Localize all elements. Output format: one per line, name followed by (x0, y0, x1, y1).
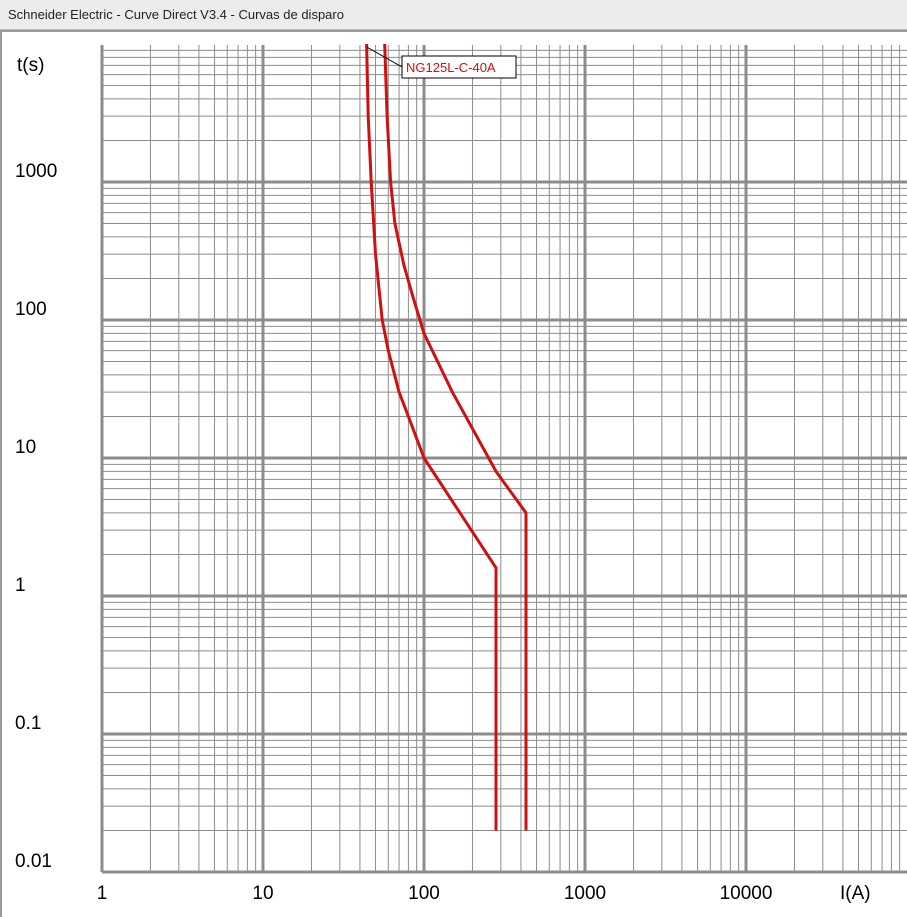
trip-curve-upper (383, 43, 528, 831)
y-tick-label: 1 (15, 575, 26, 596)
x-tick-label: 10000 (720, 883, 773, 904)
curve-callout: NG125L-C-40A (366, 46, 517, 79)
y-tick-label: 0.01 (15, 851, 52, 872)
x-tick-label: 1 (97, 883, 108, 904)
trip-curve-chart: 0.01 0.1 1 10 100 1000 1 10 100 1000 10000 t(s) I(A)… (15, 43, 907, 904)
grid (100, 45, 907, 874)
title-bar[interactable]: Schneider Electric - Curve Direct V3.4 -… (0, 0, 907, 30)
y-axis-title: t(s) (17, 55, 44, 76)
y-tick-label: 10 (15, 437, 36, 458)
x-tick-label: 10 (252, 883, 273, 904)
curve-name-label: NG125L-C-40A (406, 60, 496, 75)
window-title: Schneider Electric - Curve Direct V3.4 -… (8, 7, 344, 22)
trip-curves (365, 43, 528, 831)
x-axis-title: I(A) (840, 883, 871, 904)
y-tick-label: 100 (15, 299, 47, 320)
x-tick-label: 1000 (564, 883, 606, 904)
y-tick-label: 1000 (15, 161, 57, 182)
x-tick-label: 100 (408, 883, 440, 904)
chart-area: 0.01 0.1 1 10 100 1000 1 10 100 1000 10000 t(s) I(A)… (0, 30, 907, 917)
y-tick-label: 0.1 (15, 713, 41, 734)
